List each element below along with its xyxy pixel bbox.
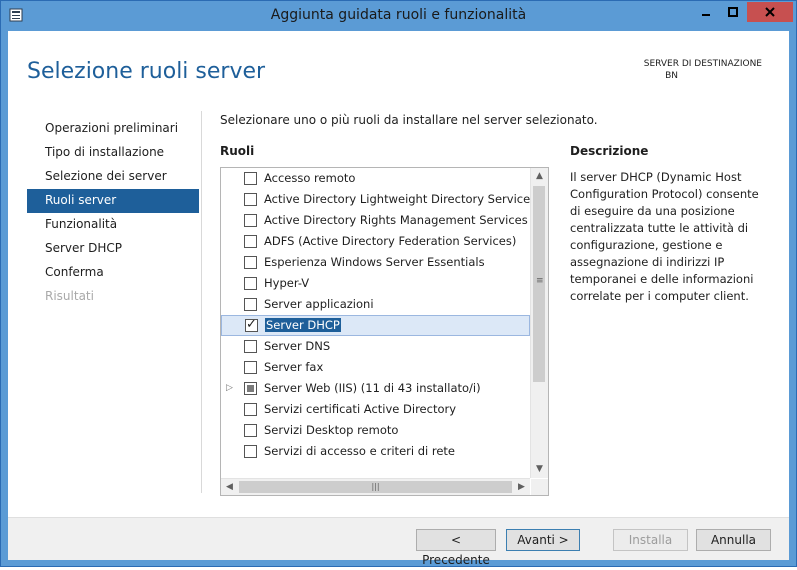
- description-heading: Descrizione: [570, 144, 649, 158]
- wizard-content: Selezione ruoli server SERVER DI DESTINA…: [8, 31, 789, 567]
- role-item-accesso-remoto[interactable]: Accesso remoto: [221, 168, 530, 189]
- destination-label: SERVER DI DESTINAZIONE: [643, 59, 762, 69]
- role-checkbox[interactable]: [244, 277, 257, 290]
- role-item-windows-server-essentials[interactable]: Esperienza Windows Server Essentials: [221, 252, 530, 273]
- role-label: Hyper-V: [264, 276, 310, 290]
- role-label: Server Web (IIS) (11 di 43 installato/i): [264, 381, 481, 395]
- role-item-ad-lds[interactable]: Active Directory Lightweight Directory S…: [221, 189, 530, 210]
- nav-item-tipo-installazione[interactable]: Tipo di installazione: [27, 141, 199, 165]
- expand-arrow-icon[interactable]: ▷: [226, 378, 233, 399]
- role-item-ad-rms[interactable]: Active Directory Rights Management Servi…: [221, 210, 530, 231]
- role-item-server-web-iis[interactable]: ▷ Server Web (IIS) (11 di 43 installato/…: [221, 378, 530, 399]
- scroll-down-icon[interactable]: ▼: [531, 461, 548, 478]
- role-checkbox[interactable]: [244, 340, 257, 353]
- horizontal-scroll-thumb[interactable]: |||: [239, 481, 512, 493]
- instruction-text: Selezionare uno o più ruoli da installar…: [220, 113, 598, 127]
- role-label-highlight: Server DHCP: [265, 318, 341, 332]
- description-text: Il server DHCP (Dynamic Host Configurati…: [570, 170, 759, 303]
- role-label: Servizi Desktop remoto: [264, 423, 399, 437]
- role-label: Server DNS: [264, 339, 331, 353]
- roles-list[interactable]: Accesso remoto Active Directory Lightwei…: [220, 167, 549, 496]
- page-title: Selezione ruoli server: [27, 59, 266, 84]
- previous-button[interactable]: < Precedente: [416, 529, 496, 567]
- role-checkbox[interactable]: [244, 298, 257, 311]
- minimize-icon: [702, 14, 710, 16]
- nav-item-operazioni-preliminari[interactable]: Operazioni preliminari: [27, 117, 199, 141]
- minimize-button[interactable]: [693, 2, 719, 22]
- roles-heading: Ruoli: [220, 144, 255, 158]
- role-item-server-dhcp[interactable]: Server DHCP: [221, 315, 530, 336]
- vertical-scroll-thumb[interactable]: ≡: [533, 186, 545, 382]
- install-button: Installa: [613, 529, 688, 551]
- nav-item-conferma[interactable]: Conferma: [27, 261, 199, 285]
- scroll-right-icon[interactable]: ▶: [513, 479, 530, 495]
- title-bar[interactable]: Aggiunta guidata ruoli e funzionalità: [1, 1, 796, 31]
- role-label: Server DHCP: [265, 316, 341, 335]
- role-label: Esperienza Windows Server Essentials: [264, 255, 485, 269]
- nav-item-ruoli-server[interactable]: Ruoli server: [27, 189, 199, 213]
- role-item-servizi-certificati-ad[interactable]: Servizi certificati Active Directory: [221, 399, 530, 420]
- role-checkbox[interactable]: [244, 424, 257, 437]
- role-checkbox-checked[interactable]: [245, 315, 258, 334]
- scroll-left-icon[interactable]: ◀: [221, 479, 238, 495]
- destination-server-info: SERVER DI DESTINAZIONE BN: [644, 58, 762, 82]
- role-label: Server applicazioni: [264, 297, 374, 311]
- role-checkbox[interactable]: [244, 235, 257, 248]
- role-label: Accesso remoto: [264, 171, 356, 185]
- roles-vertical-scrollbar[interactable]: ▲ ≡ ▼: [530, 168, 548, 478]
- close-button[interactable]: [747, 2, 793, 22]
- role-label: Server fax: [264, 360, 324, 374]
- role-checkbox[interactable]: [244, 214, 257, 227]
- wizard-footer: < Precedente Avanti > Installa Annulla: [8, 517, 789, 567]
- wizard-nav: Operazioni preliminari Tipo di installaz…: [27, 117, 199, 309]
- role-checkbox[interactable]: [244, 445, 257, 458]
- maximize-button[interactable]: [720, 2, 746, 22]
- role-label: Servizi di accesso e criteri di rete: [264, 444, 456, 458]
- role-item-server-fax[interactable]: Server fax: [221, 357, 530, 378]
- window-title: Aggiunta guidata ruoli e funzionalità: [270, 7, 527, 23]
- roles-horizontal-scrollbar[interactable]: ◀ ||| ▶: [221, 478, 530, 495]
- role-item-server-dns[interactable]: Server DNS: [221, 336, 530, 357]
- role-checkbox[interactable]: [244, 403, 257, 416]
- nav-item-risultati: Risultati: [45, 289, 94, 303]
- role-item-servizi-accesso-criteri-rete[interactable]: Servizi di accesso e criteri di rete: [221, 441, 530, 462]
- role-item-servizi-desktop-remoto[interactable]: Servizi Desktop remoto: [221, 420, 530, 441]
- role-checkbox-partial[interactable]: [244, 382, 257, 395]
- nav-item-selezione-server[interactable]: Selezione dei server: [27, 165, 199, 189]
- role-item-adfs[interactable]: ADFS (Active Directory Federation Servic…: [221, 231, 530, 252]
- destination-server-name: BN: [665, 71, 678, 81]
- role-checkbox[interactable]: [244, 193, 257, 206]
- role-checkbox[interactable]: [244, 361, 257, 374]
- nav-item-server-dhcp[interactable]: Server DHCP: [27, 237, 199, 261]
- role-label: Active Directory Rights Management Servi…: [264, 213, 528, 227]
- scrollbar-corner: [531, 479, 548, 495]
- role-item-hyper-v[interactable]: Hyper-V: [221, 273, 530, 294]
- next-button[interactable]: Avanti >: [506, 529, 580, 551]
- maximize-icon: [728, 7, 738, 17]
- wizard-window: Aggiunta guidata ruoli e funzionalità Se…: [0, 0, 797, 567]
- close-icon: [765, 7, 775, 17]
- role-label: Servizi certificati Active Directory: [264, 402, 457, 416]
- role-label: ADFS (Active Directory Federation Servic…: [264, 234, 517, 248]
- grip-icon: ≡: [536, 276, 544, 286]
- nav-divider: [201, 111, 202, 493]
- role-checkbox[interactable]: [244, 172, 257, 185]
- role-checkbox[interactable]: [244, 256, 257, 269]
- nav-item-funzionalita[interactable]: Funzionalità: [27, 213, 199, 237]
- cancel-button[interactable]: Annulla: [696, 529, 771, 551]
- role-label: Active Directory Lightweight Directory S…: [264, 192, 530, 206]
- scroll-up-icon[interactable]: ▲: [531, 168, 548, 185]
- role-item-server-applicazioni[interactable]: Server applicazioni: [221, 294, 530, 315]
- roles-list-items: Accesso remoto Active Directory Lightwei…: [221, 168, 530, 478]
